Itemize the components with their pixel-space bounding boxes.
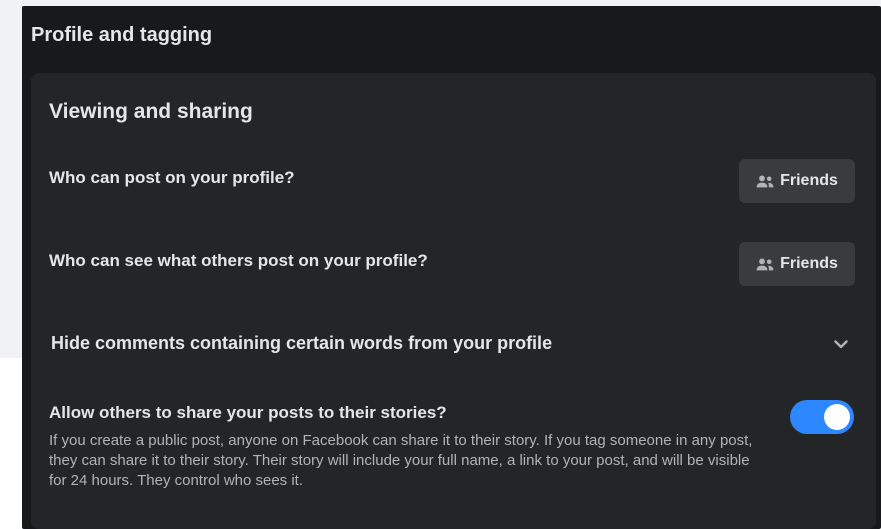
section-title: Profile and tagging: [31, 24, 213, 46]
chevron-down-icon[interactable]: [832, 335, 850, 353]
audience-label: Friends: [780, 172, 838, 189]
see-others-posts-label: Who can see what others post on your pro…: [49, 251, 428, 270]
share-to-stories-description: If you create a public post, anyone on F…: [49, 432, 753, 489]
hide-comments-label[interactable]: Hide comments containing certain words f…: [51, 333, 552, 354]
viewing-sharing-card: Viewing and sharing Who can post on your…: [31, 73, 876, 529]
share-to-stories-label: Allow others to share your posts to thei…: [49, 403, 447, 422]
post-on-profile-audience-button[interactable]: Friends: [739, 159, 855, 203]
see-others-posts-audience-button[interactable]: Friends: [739, 242, 855, 286]
share-to-stories-toggle[interactable]: [790, 400, 854, 434]
settings-panel: Profile and tagging Viewing and sharing …: [22, 6, 881, 529]
audience-label: Friends: [780, 255, 838, 272]
friends-icon: [756, 175, 774, 188]
toggle-knob: [824, 404, 850, 430]
friends-icon: [756, 258, 774, 271]
post-on-profile-label: Who can post on your profile?: [49, 168, 295, 187]
card-title: Viewing and sharing: [49, 100, 253, 123]
